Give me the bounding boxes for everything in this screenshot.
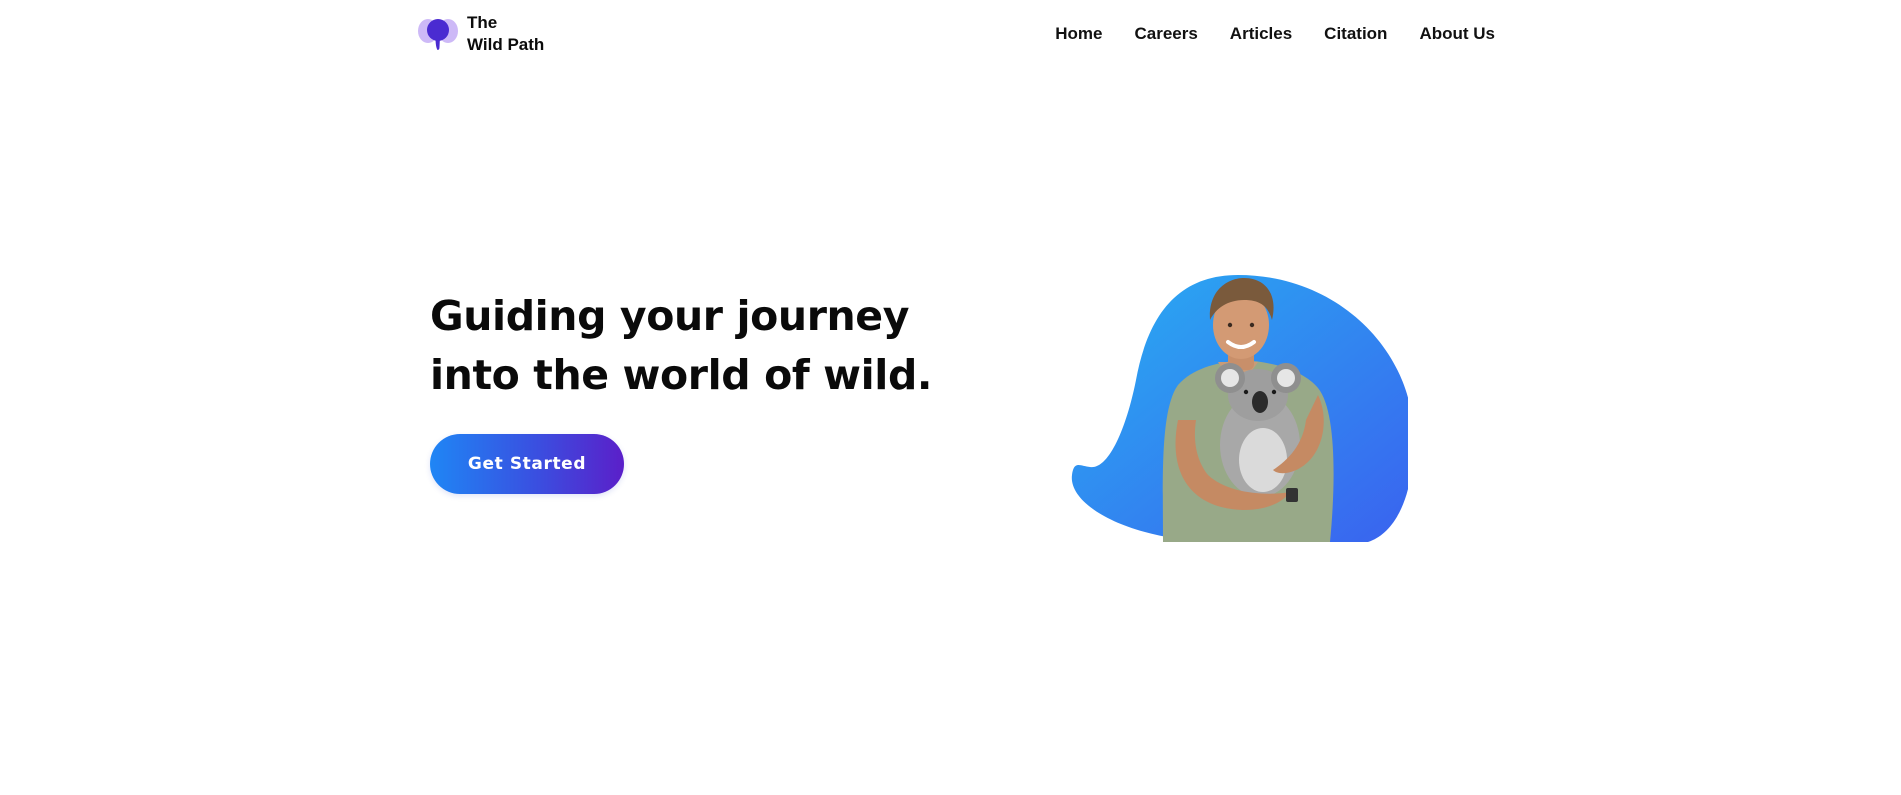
nav-link-home[interactable]: Home	[1055, 23, 1102, 45]
hero-image	[1071, 275, 1408, 542]
nav-link-articles[interactable]: Articles	[1230, 23, 1292, 45]
elephant-icon	[418, 19, 458, 50]
hero-title-line2: into the world of wild.	[430, 351, 933, 399]
hero-illustration	[1068, 270, 1408, 550]
brand-name: The Wild Path	[467, 12, 544, 56]
get-started-button[interactable]: Get Started	[430, 434, 624, 494]
brand-name-line1: The	[467, 13, 498, 32]
hero-title: Guiding your journey into the world of w…	[430, 287, 932, 405]
hero-title-line1: Guiding your journey	[430, 292, 910, 340]
nav-link-careers[interactable]: Careers	[1134, 23, 1197, 45]
page: The Wild Path Home Careers Articles Cita…	[0, 0, 1901, 795]
nav-link-about-us[interactable]: About Us	[1419, 23, 1495, 45]
site-header: The Wild Path Home Careers Articles Cita…	[0, 0, 1901, 72]
brand-logo-link[interactable]: The Wild Path	[417, 12, 544, 56]
brand-name-line2: Wild Path	[467, 35, 545, 54]
nav-link-citation[interactable]: Citation	[1324, 23, 1387, 45]
main-nav: Home Careers Articles Citation About Us	[1055, 23, 1495, 45]
